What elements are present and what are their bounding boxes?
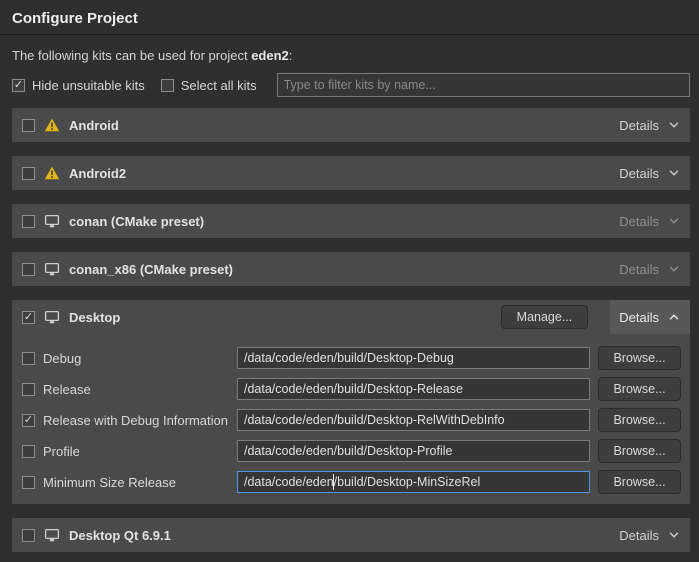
chevron-down-icon: [667, 262, 681, 276]
kit-row-android: Android Details: [12, 108, 690, 142]
kit-name: Desktop: [69, 310, 120, 325]
chevron-down-icon: [667, 214, 681, 228]
hide-unsuitable-kits-label: Hide unsuitable kits: [32, 78, 145, 93]
browse-button[interactable]: Browse...: [598, 408, 681, 432]
details-toggle[interactable]: Details: [610, 518, 690, 552]
kit-name: Android2: [69, 166, 126, 181]
kit-checkbox[interactable]: [22, 167, 35, 180]
warning-icon: [44, 117, 60, 133]
kit-name: conan_x86 (CMake preset): [69, 262, 233, 277]
browse-button[interactable]: Browse...: [598, 439, 681, 463]
build-dir-input[interactable]: [237, 471, 590, 493]
details-label: Details: [619, 528, 659, 543]
kit-filter-input[interactable]: [277, 73, 690, 97]
config-checkbox[interactable]: [22, 383, 35, 396]
config-row-release: Release Browse...: [22, 378, 681, 400]
chevron-down-icon: [667, 166, 681, 180]
intro-text: The following kits can be used for proje…: [12, 48, 687, 63]
kit-header[interactable]: conan_x86 (CMake preset) Details: [12, 252, 690, 286]
intro-suffix: :: [289, 48, 293, 63]
details-toggle[interactable]: Details: [610, 108, 690, 142]
intro-prefix: The following kits can be used for proje…: [12, 48, 251, 63]
configure-project-page: Configure Project The following kits can…: [0, 0, 699, 562]
select-all-kits-label: Select all kits: [181, 78, 257, 93]
config-row-relwithdebinfo: Release with Debug Information Browse...: [22, 409, 681, 431]
hide-unsuitable-kits-option[interactable]: Hide unsuitable kits: [12, 78, 145, 93]
kit-header[interactable]: conan (CMake preset) Details: [12, 204, 690, 238]
build-dir-input[interactable]: [237, 378, 590, 400]
config-label: Profile: [43, 444, 229, 459]
details-label: Details: [619, 310, 659, 325]
chevron-down-icon: [667, 528, 681, 542]
config-checkbox[interactable]: [22, 352, 35, 365]
kit-checkbox[interactable]: [22, 119, 35, 132]
browse-button[interactable]: Browse...: [598, 470, 681, 494]
config-checkbox[interactable]: [22, 445, 35, 458]
kit-header[interactable]: Android Details: [12, 108, 690, 142]
config-checkbox[interactable]: [22, 414, 35, 427]
config-checkbox[interactable]: [22, 476, 35, 489]
config-row-debug: Debug Browse...: [22, 347, 681, 369]
kit-checkbox[interactable]: [22, 311, 35, 324]
details-label: Details: [619, 118, 659, 133]
config-label: Release: [43, 382, 229, 397]
kit-row-android2: Android2 Details: [12, 156, 690, 190]
kit-row-conan-x86: conan_x86 (CMake preset) Details: [12, 252, 690, 286]
desktop-icon: [44, 309, 60, 325]
desktop-icon: [44, 527, 60, 543]
browse-button[interactable]: Browse...: [598, 346, 681, 370]
kit-header[interactable]: Android2 Details: [12, 156, 690, 190]
build-dir-input[interactable]: [237, 440, 590, 462]
filter-row: Hide unsuitable kits Select all kits: [12, 73, 690, 97]
kit-checkbox[interactable]: [22, 263, 35, 276]
details-toggle[interactable]: Details: [610, 156, 690, 190]
kit-header[interactable]: Desktop Qt 6.9.1 Details: [12, 518, 690, 552]
details-label: Details: [619, 214, 659, 229]
kit-name: Android: [69, 118, 119, 133]
warning-icon: [44, 165, 60, 181]
kit-checkbox[interactable]: [22, 215, 35, 228]
details-toggle[interactable]: Details: [610, 204, 690, 238]
page-header: Configure Project: [0, 0, 699, 35]
kit-name: conan (CMake preset): [69, 214, 204, 229]
config-label: Debug: [43, 351, 229, 366]
select-all-kits-checkbox[interactable]: [161, 79, 174, 92]
hide-unsuitable-kits-checkbox[interactable]: [12, 79, 25, 92]
browse-button[interactable]: Browse...: [598, 377, 681, 401]
select-all-kits-option[interactable]: Select all kits: [161, 78, 257, 93]
config-row-minsizerel: Minimum Size Release Browse...: [22, 471, 681, 493]
kit-checkbox[interactable]: [22, 529, 35, 542]
project-name: eden2: [251, 48, 289, 63]
manage-button[interactable]: Manage...: [501, 305, 589, 329]
kit-name: Desktop Qt 6.9.1: [69, 528, 171, 543]
desktop-icon: [44, 261, 60, 277]
details-label: Details: [619, 262, 659, 277]
chevron-up-icon: [667, 310, 681, 324]
config-label: Release with Debug Information: [43, 413, 229, 428]
build-dir-input[interactable]: [237, 409, 590, 431]
kit-list: Android Details Android2 Details: [0, 108, 699, 552]
chevron-down-icon: [667, 118, 681, 132]
config-label: Minimum Size Release: [43, 475, 229, 490]
build-dir-input[interactable]: [237, 347, 590, 369]
desktop-build-configs: Debug Browse... Release Browse...: [12, 334, 690, 504]
details-toggle[interactable]: Details: [610, 252, 690, 286]
details-label: Details: [619, 166, 659, 181]
kit-row-desktop-qt: Desktop Qt 6.9.1 Details: [12, 518, 690, 552]
text-caret: [333, 474, 334, 490]
desktop-icon: [44, 213, 60, 229]
page-title: Configure Project: [12, 10, 687, 27]
kit-header[interactable]: Desktop Manage... Details: [12, 300, 690, 334]
config-row-profile: Profile Browse...: [22, 440, 681, 462]
kit-row-conan: conan (CMake preset) Details: [12, 204, 690, 238]
kit-row-desktop: Desktop Manage... Details Debug Browse..…: [12, 300, 690, 504]
details-toggle[interactable]: Details: [610, 300, 690, 334]
